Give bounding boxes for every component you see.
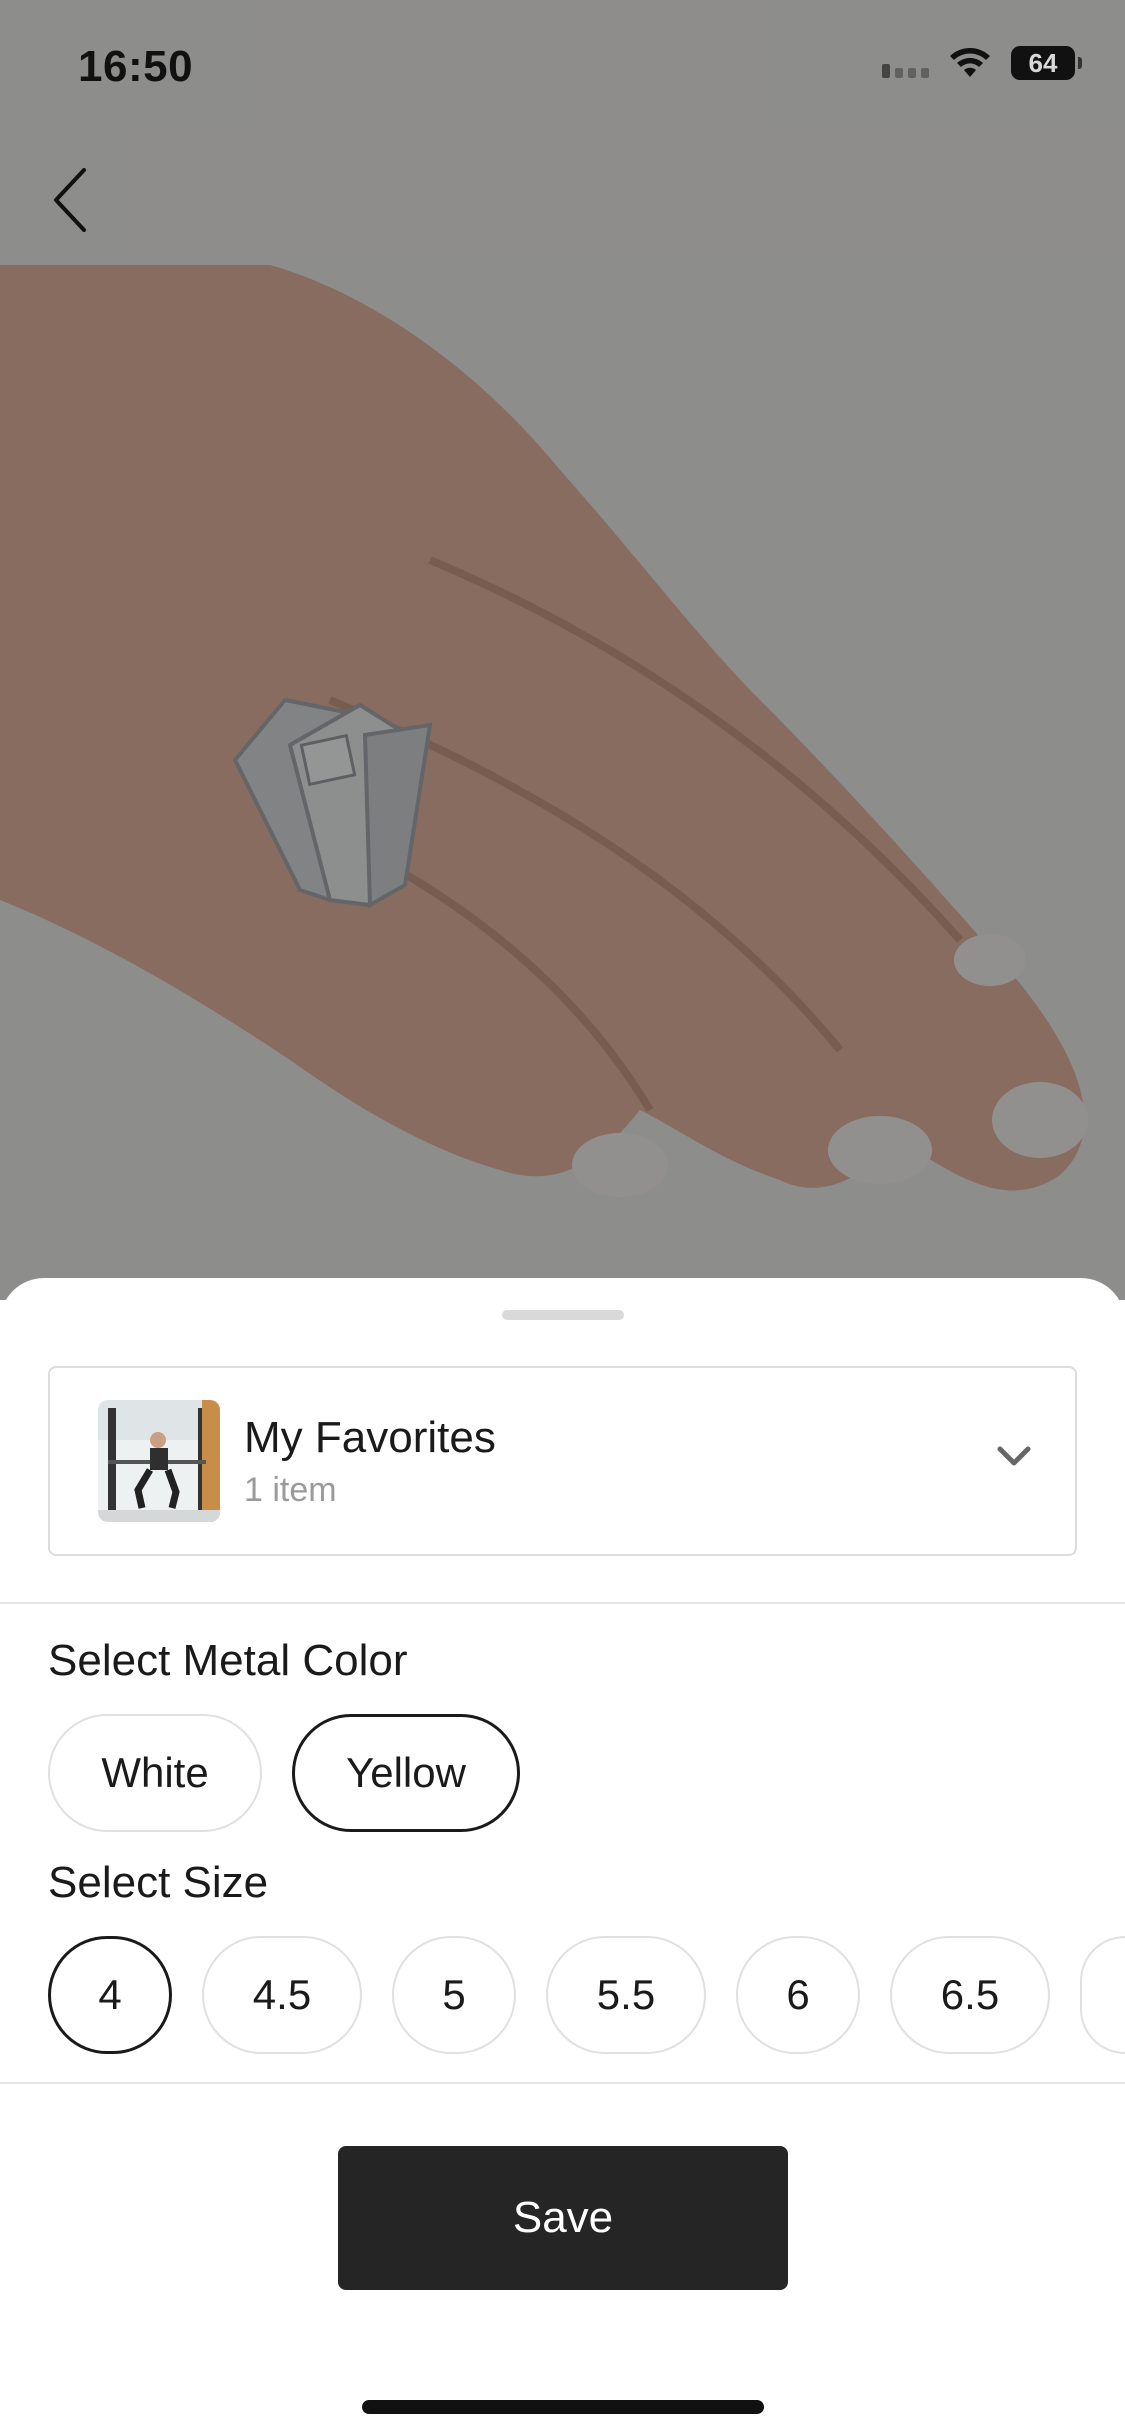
- fitness-photo-thumbnail: [98, 1400, 220, 1522]
- size-option-overflow[interactable]: [1080, 1936, 1125, 2054]
- collection-selector[interactable]: My Favorites 1 item: [48, 1366, 1077, 1556]
- chevron-left-icon: [54, 168, 86, 232]
- collection-count: 1 item: [244, 1470, 337, 1509]
- battery-level: 64: [1028, 47, 1058, 78]
- metal-color-label: Select Metal Color: [48, 1636, 408, 1685]
- home-indicator[interactable]: [362, 2400, 764, 2414]
- size-option-4-5[interactable]: 4.5: [202, 1936, 362, 2054]
- battery-icon: 64: [1011, 46, 1082, 80]
- back-button[interactable]: [40, 160, 100, 240]
- save-button[interactable]: Save: [338, 2146, 788, 2290]
- collection-thumbnail: [98, 1400, 220, 1522]
- bottom-sheet: My Favorites 1 item Select Metal Color W…: [0, 1278, 1125, 2436]
- status-bar: 16:50 64: [0, 0, 1125, 140]
- status-time: 16:50: [78, 42, 194, 91]
- divider: [0, 2082, 1125, 2084]
- modal-overlay[interactable]: [0, 0, 1125, 1300]
- metal-option-white[interactable]: White: [48, 1714, 262, 1832]
- cellular-signal-icon: [882, 48, 929, 78]
- size-option-4[interactable]: 4: [48, 1936, 172, 2054]
- metal-option-yellow[interactable]: Yellow: [292, 1714, 520, 1832]
- status-icons: 64: [882, 46, 1082, 80]
- collection-text: My Favorites 1 item: [244, 1412, 496, 1510]
- divider: [0, 1602, 1125, 1604]
- wifi-icon: [950, 48, 990, 77]
- collection-title: My Favorites: [244, 1413, 496, 1463]
- chevron-down-icon: [997, 1446, 1031, 1473]
- sheet-grabber[interactable]: [502, 1310, 624, 1320]
- size-label: Select Size: [48, 1858, 269, 1907]
- size-option-5-5[interactable]: 5.5: [546, 1936, 706, 2054]
- screen: 16:50 64 My Favorites 1 item Select Meta…: [0, 0, 1125, 2436]
- size-option-5[interactable]: 5: [392, 1936, 516, 2054]
- size-option-6-5[interactable]: 6.5: [890, 1936, 1050, 2054]
- size-option-6[interactable]: 6: [736, 1936, 860, 2054]
